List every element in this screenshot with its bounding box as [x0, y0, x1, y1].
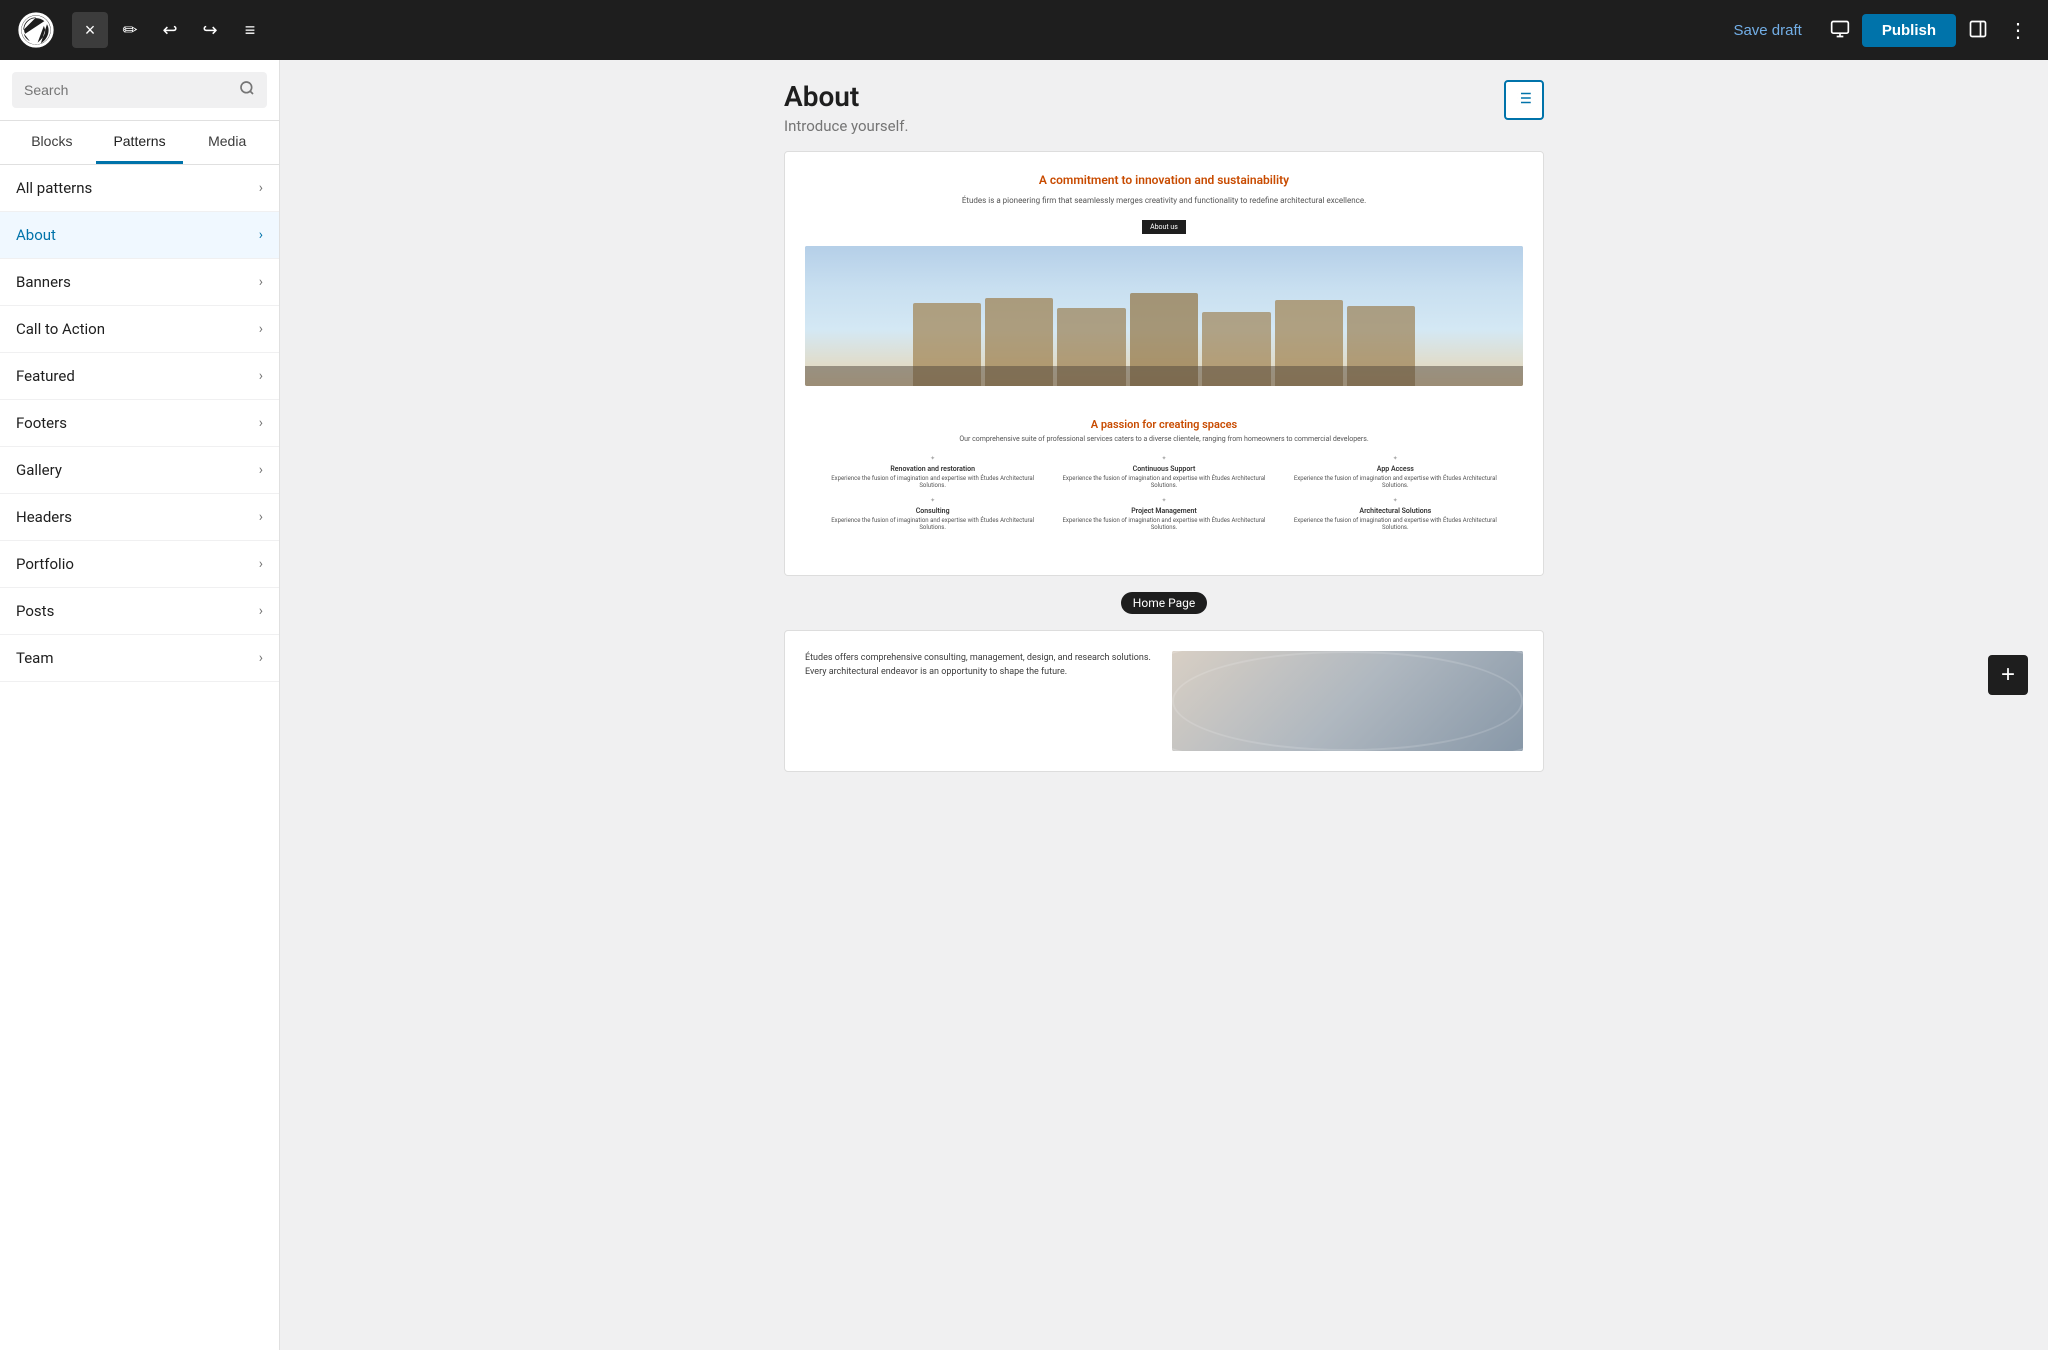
headers-label: Headers [16, 508, 72, 526]
save-draft-button[interactable]: Save draft [1717, 14, 1817, 47]
chevron-right-icon: › [259, 321, 263, 337]
more-icon: ⋮ [2008, 18, 2028, 43]
posts-label: Posts [16, 602, 54, 620]
sidebar-item-banners[interactable]: Banners › [0, 259, 279, 306]
tabs: Blocks Patterns Media [0, 121, 279, 165]
redo-button[interactable]: ↪ [192, 12, 228, 48]
search-input[interactable] [24, 82, 231, 98]
search-box [12, 72, 267, 108]
list-view-icon [1515, 89, 1533, 112]
preview-header: About Introduce yourself. [784, 80, 1544, 135]
search-area [0, 60, 279, 121]
fake-services-grid: ✦ Renovation and restoration Experience … [821, 455, 1507, 531]
second-card-body: Études offers comprehensive consulting, … [805, 651, 1156, 680]
tab-media[interactable]: Media [183, 121, 271, 164]
sidebar-item-call-to-action[interactable]: Call to Action › [0, 306, 279, 353]
grid-item-6: ✦ Architectural Solutions Experience the… [1284, 497, 1507, 531]
sidebar-item-headers[interactable]: Headers › [0, 494, 279, 541]
second-card-image [1172, 651, 1523, 751]
view-button[interactable] [1822, 12, 1858, 48]
chevron-right-icon: › [259, 462, 263, 478]
monitor-icon [1830, 19, 1850, 42]
list-view-button[interactable] [1504, 80, 1544, 120]
home-page-label-badge: Home Page [1121, 592, 1207, 614]
home-page-badge-wrapper: Home Page [1121, 592, 1207, 622]
chevron-right-icon: › [259, 274, 263, 290]
fake-site-cta-btn: About us [1142, 220, 1186, 234]
all-patterns-label: All patterns [16, 179, 92, 197]
grid-item-5: ✦ Project Management Experience the fusi… [1052, 497, 1275, 531]
tab-blocks[interactable]: Blocks [8, 121, 96, 164]
sidebar-icon [1968, 19, 1988, 42]
main-area: Blocks Patterns Media All patterns › Abo… [0, 60, 2048, 1350]
second-card-inner: Études offers comprehensive consulting, … [785, 631, 1543, 771]
close-button[interactable]: × [72, 12, 108, 48]
chevron-right-icon: › [259, 415, 263, 431]
sidebar-item-all-patterns[interactable]: All patterns › [0, 165, 279, 212]
edit-icon: ✏ [122, 20, 137, 41]
chevron-right-icon: › [259, 227, 263, 243]
plus-icon: + [2001, 661, 2015, 689]
fake-section-2: A passion for creating spaces Our compre… [805, 402, 1523, 555]
grid-item-1: ✦ Renovation and restoration Experience … [821, 455, 1044, 489]
chevron-right-icon: › [259, 556, 263, 572]
banners-label: Banners [16, 273, 71, 291]
chevron-right-icon: › [259, 509, 263, 525]
undo-icon: ↩ [162, 20, 177, 41]
team-label: Team [16, 649, 54, 667]
grid-item-4: ✦ Consulting Experience the fusion of im… [821, 497, 1044, 531]
tab-patterns[interactable]: Patterns [96, 121, 184, 164]
fake-site-image [805, 246, 1523, 386]
chevron-right-icon: › [259, 180, 263, 196]
chevron-right-icon: › [259, 368, 263, 384]
chevron-right-icon: › [259, 650, 263, 666]
pattern-card-home-page[interactable]: A commitment to innovation and sustainab… [784, 151, 1544, 576]
portfolio-label: Portfolio [16, 555, 74, 573]
call-to-action-label: Call to Action [16, 320, 105, 338]
sidebar: Blocks Patterns Media All patterns › Abo… [0, 60, 280, 1350]
gallery-label: Gallery [16, 461, 62, 479]
sidebar-item-team[interactable]: Team › [0, 635, 279, 682]
search-icon [239, 80, 255, 100]
sidebar-item-posts[interactable]: Posts › [0, 588, 279, 635]
fake-site-title: A commitment to innovation and sustainab… [805, 172, 1523, 189]
preview-header-text: About Introduce yourself. [784, 80, 908, 135]
redo-icon: ↪ [202, 20, 217, 41]
footers-label: Footers [16, 414, 67, 432]
document-overview-button[interactable]: ≡ [232, 12, 268, 48]
publish-button[interactable]: Publish [1862, 14, 1956, 47]
sidebar-toggle-button[interactable] [1960, 12, 1996, 48]
fake-site-desc: Études is a pioneering firm that seamles… [805, 195, 1523, 206]
sidebar-item-portfolio[interactable]: Portfolio › [0, 541, 279, 588]
undo-button[interactable]: ↩ [152, 12, 188, 48]
document-overview-icon: ≡ [245, 20, 256, 41]
grid-item-2: ✦ Continuous Support Experience the fusi… [1052, 455, 1275, 489]
preview-area: About Introduce yourself. [280, 60, 2048, 1350]
fake-section-2-desc: Our comprehensive suite of professional … [821, 435, 1507, 443]
sidebar-item-about[interactable]: About › [0, 212, 279, 259]
preview-subtitle: Introduce yourself. [784, 117, 908, 135]
second-card-text: Études offers comprehensive consulting, … [805, 651, 1156, 751]
featured-label: Featured [16, 367, 75, 385]
about-label: About [16, 226, 56, 244]
edit-button[interactable]: ✏ [112, 12, 148, 48]
grid-item-3: ✦ App Access Experience the fusion of im… [1284, 455, 1507, 489]
sidebar-item-featured[interactable]: Featured › [0, 353, 279, 400]
pattern-list: All patterns › About › Banners › Call to… [0, 165, 279, 1350]
close-icon: × [85, 20, 96, 41]
chevron-right-icon: › [259, 603, 263, 619]
preview-title: About [784, 80, 908, 113]
add-block-button[interactable]: + [1988, 655, 2028, 695]
fake-section-2-title: A passion for creating spaces [821, 418, 1507, 431]
toolbar: × ✏ ↩ ↪ ≡ Save draft Publish ⋮ [0, 0, 2048, 60]
sidebar-item-gallery[interactable]: Gallery › [0, 447, 279, 494]
sidebar-item-footers[interactable]: Footers › [0, 400, 279, 447]
wp-logo [12, 0, 60, 60]
arch-decoration [1172, 651, 1523, 751]
more-options-button[interactable]: ⋮ [2000, 12, 2036, 48]
pattern-card-about-2[interactable]: Études offers comprehensive consulting, … [784, 630, 1544, 772]
